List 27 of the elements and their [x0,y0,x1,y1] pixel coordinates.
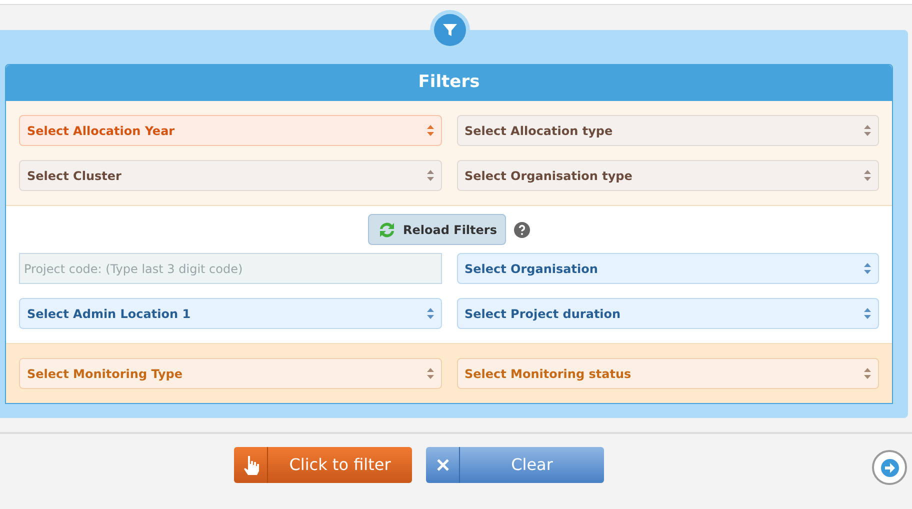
close-icon [436,458,450,472]
sort-arrows-icon [864,263,871,274]
project-code-field[interactable]: Project code: (Type last 3 digit code) [19,253,442,284]
select-dropdown[interactable]: Select Organisation [456,253,879,284]
sort-arrows-icon [864,170,871,181]
select-dropdown[interactable]: Select Admin Location 1 [19,298,442,329]
sort-arrows-icon [426,170,434,181]
pointing-hand-icon [242,455,258,475]
reload-filters-button[interactable]: Reload Filters [368,214,506,245]
sort-arrows-icon [864,125,871,136]
next-arrow-button[interactable] [872,450,907,485]
arrow-right-icon [880,458,898,476]
panel-header: Filters [6,65,892,101]
select-dropdown[interactable]: Select Monitoring Type [19,358,442,389]
select-dropdown[interactable]: Select Organisation type [456,160,879,191]
sort-arrows-icon [864,368,871,379]
filter-button[interactable]: Click to filter [234,447,412,483]
select-dropdown[interactable]: Select Allocation type [456,115,879,146]
sort-arrows-icon [426,368,434,379]
select-dropdown[interactable]: Select Monitoring status [456,358,879,389]
sort-arrows-icon [426,308,434,319]
select-dropdown[interactable]: Select Allocation Year [19,115,442,146]
help-icon[interactable] [514,222,530,238]
sort-arrows-icon [426,125,434,136]
select-dropdown[interactable]: Select Project duration [456,298,879,329]
select-dropdown[interactable]: Select Cluster [19,160,442,191]
sort-arrows-icon [864,308,871,319]
